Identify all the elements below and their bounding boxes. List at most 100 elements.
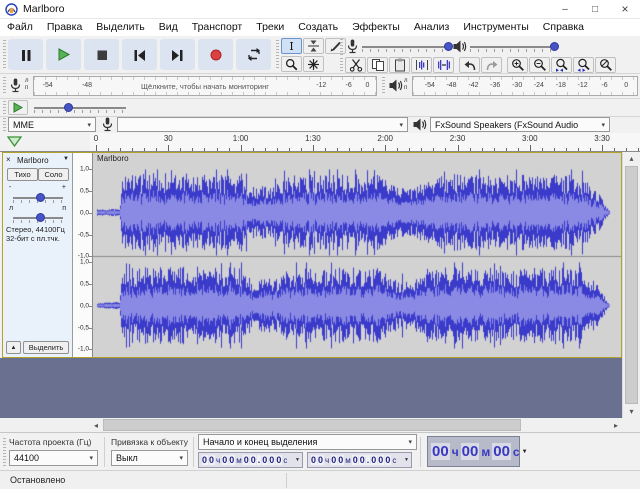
time-digit[interactable]: м [345,456,351,465]
time-digit[interactable]: 0 [202,455,208,465]
track-menu-icon[interactable]: ▼ [63,156,69,162]
trim-audio-button[interactable] [411,57,432,73]
time-digit-group[interactable]: 00 [492,443,511,460]
envelope-tool-button[interactable] [303,38,324,54]
time-digit[interactable]: 0 [359,455,365,465]
chevron-down-icon[interactable]: ▼ [522,449,528,455]
time-unit[interactable]: м [481,445,490,459]
zoom-out-button[interactable] [529,57,550,73]
playback-volume-thumb[interactable] [550,42,559,51]
menu-item[interactable]: Вид [152,19,185,36]
time-digit-group[interactable]: 00 [431,443,450,460]
edit-grip[interactable] [340,58,343,73]
time-digit[interactable]: 0 [262,455,268,465]
scroll-left-icon[interactable]: ◂ [90,418,102,432]
tools-grip[interactable] [276,40,279,70]
chevron-down-icon[interactable]: ▼ [295,457,300,463]
skip-to-start-button[interactable] [122,39,157,70]
collapse-track-button[interactable]: ▲ [6,341,21,354]
transport-grip[interactable] [3,40,6,70]
time-digit[interactable]: 0 [318,455,324,465]
time-digit[interactable]: 0 [250,455,256,465]
paste-button[interactable] [389,57,410,73]
selection-tool-button[interactable]: I [281,38,302,54]
time-digit[interactable]: . [366,455,370,465]
zoom-selection-button[interactable] [551,57,572,73]
scroll-up-icon[interactable]: ▴ [623,152,640,165]
scroll-right-icon[interactable]: ▸ [610,418,622,432]
redo-button[interactable] [481,57,502,73]
tracks-background[interactable] [0,358,622,418]
time-digit[interactable]: 0 [352,455,358,465]
undo-button[interactable] [459,57,480,73]
time-digit[interactable]: 0 [269,455,275,465]
time-digit[interactable]: 0 [222,455,228,465]
time-digit[interactable]: 0 [338,455,344,465]
selection-start-field[interactable]: 00ч00м00.000с▼ [198,452,303,468]
loop-region-icon[interactable] [7,136,22,147]
time-digit[interactable]: 0 [229,455,235,465]
scroll-down-icon[interactable]: ▾ [623,405,640,418]
silence-audio-button[interactable] [433,57,454,73]
timeline-ruler[interactable]: 0301:001:302:002:303:003:30 [90,133,640,152]
maximize-button[interactable]: □ [580,0,610,18]
track-close-icon[interactable]: × [6,155,11,164]
time-digit[interactable]: ч [216,456,220,465]
selection-toolbar-grip[interactable] [3,438,6,466]
mixer-grip[interactable] [340,39,343,55]
audio-host-select[interactable]: MME▾ [8,117,96,132]
close-button[interactable]: × [610,0,640,18]
audio-position-display[interactable]: 00ч00м00с▼ [427,436,520,467]
multi-tool-button[interactable] [303,56,324,72]
recording-device-select[interactable]: ▾ [117,117,408,132]
solo-button[interactable]: Соло [38,168,69,181]
recording-meter[interactable]: Щёлкните, чтобы начать мониторинг -54-48… [33,76,377,96]
menu-item[interactable]: Правка [40,19,89,36]
device-grip[interactable] [3,118,6,131]
select-track-button[interactable]: Выделить [23,341,69,354]
time-digit[interactable]: 0 [209,455,215,465]
playback-meter[interactable]: -54-48-42-36-30-24-18-12-60 [412,76,638,96]
play-meter-grip[interactable] [382,77,385,95]
minimize-button[interactable]: – [550,0,580,18]
time-digit[interactable]: 0 [311,455,317,465]
time-digit-group[interactable]: 00 [461,443,480,460]
zoom-tool-button[interactable] [281,56,302,72]
zoom-project-button[interactable] [573,57,594,73]
zoom-toggle-button[interactable] [595,57,616,73]
time-unit[interactable]: ч [452,445,459,459]
copy-button[interactable] [367,57,388,73]
horizontal-scroll-thumb[interactable] [103,419,521,431]
pan-slider[interactable] [13,217,63,219]
vertical-scale-ruler[interactable]: 1,00,50,0-0,5-1,01,00,50,0-0,5-1,0 [73,153,93,357]
time-digit[interactable]: с [283,456,287,465]
mute-button[interactable]: Тихо [7,168,38,181]
time-digit[interactable]: . [257,455,261,465]
play-button[interactable] [46,39,81,70]
time-digit[interactable]: с [392,456,396,465]
record-button[interactable] [198,39,233,70]
time-digit[interactable]: 0 [378,455,384,465]
horizontal-scrollbar[interactable]: ◂ ▸ [0,418,640,432]
time-digit[interactable]: 0 [243,455,249,465]
vertical-scrollbar[interactable]: ▴ ▾ [622,152,640,418]
selection-end-field[interactable]: 00ч00м00.000с▼ [307,452,412,468]
gain-slider[interactable] [13,197,63,199]
playback-device-select[interactable]: FxSound Speakers (FxSound Audio▾ [430,117,610,132]
skip-to-end-button[interactable] [160,39,195,70]
play-speed-slider[interactable] [34,107,126,109]
time-digit[interactable]: 0 [276,455,282,465]
menu-item[interactable]: Инструменты [456,19,535,36]
stop-button[interactable] [84,39,119,70]
menu-item[interactable]: Анализ [407,19,456,36]
menu-item[interactable]: Транспорт [185,19,250,36]
time-digit[interactable]: ч [325,456,329,465]
snap-to-select[interactable]: Выкл▾ [111,450,188,466]
vertical-scroll-thumb[interactable] [625,166,638,404]
time-digit[interactable]: 0 [371,455,377,465]
waveform-area[interactable]: Marlboro [93,153,621,357]
record-meter-grip[interactable] [3,77,6,95]
recording-volume-slider[interactable] [362,46,447,48]
time-digit[interactable]: 0 [331,455,337,465]
project-rate-select[interactable]: 44100▾ [9,450,98,466]
